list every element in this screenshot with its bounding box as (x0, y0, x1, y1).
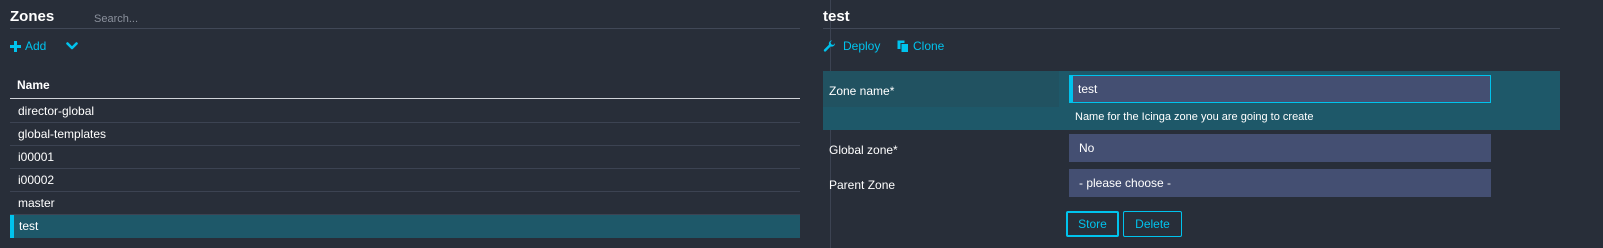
row-name: global-templates (18, 127, 107, 141)
title-divider (10, 28, 800, 29)
clone-button-label: Clone (913, 39, 945, 53)
table-row[interactable]: director-global (10, 100, 800, 123)
deploy-button[interactable]: Deploy (823, 39, 880, 53)
global-zone-value: No (1079, 141, 1095, 155)
search-input[interactable] (94, 11, 394, 27)
copy-icon (897, 40, 909, 53)
chevron-down-icon (66, 42, 78, 50)
plus-icon (10, 40, 21, 52)
table-header: Name (10, 77, 800, 99)
table-row[interactable]: i00001 (10, 146, 800, 169)
parent-zone-label: Parent Zone (829, 178, 896, 192)
zone-name-field[interactable]: test (1069, 75, 1491, 103)
clone-button[interactable]: Clone (897, 39, 944, 53)
deploy-button-label: Deploy (843, 39, 881, 53)
row-name: i00002 (18, 173, 55, 187)
detail-title: test (823, 8, 850, 25)
detail-title-divider (823, 28, 1560, 29)
global-zone-select[interactable]: No (1069, 134, 1491, 162)
table-row[interactable]: global-templates (10, 123, 800, 146)
more-actions-dropdown[interactable] (66, 42, 78, 51)
table-row[interactable]: master (10, 192, 800, 215)
zone-name-label: Zone name* (829, 84, 895, 98)
add-button[interactable]: Add (10, 39, 46, 53)
row-name: director-global (18, 104, 95, 118)
store-button[interactable]: Store (1066, 211, 1119, 237)
zones-list-pane: Zones Add Name director-global global-te… (0, 0, 830, 248)
wrench-icon (823, 39, 836, 52)
page-title: Zones (10, 8, 55, 25)
global-zone-label: Global zone* (829, 143, 898, 157)
parent-zone-select[interactable]: - please choose - (1069, 169, 1491, 197)
row-name: master (18, 196, 55, 210)
delete-button[interactable]: Delete (1123, 211, 1182, 237)
column-header-name: Name (17, 78, 50, 92)
add-button-label: Add (25, 39, 47, 53)
table-row[interactable]: i00002 (10, 169, 800, 192)
row-name: i00001 (18, 150, 55, 164)
parent-zone-value: - please choose - (1079, 176, 1172, 190)
table-row-selected[interactable]: test (10, 215, 800, 238)
row-name: test (19, 219, 39, 233)
zone-name-hint: Name for the Icinga zone you are going t… (1075, 111, 1314, 123)
zone-name-value: test (1078, 82, 1098, 96)
